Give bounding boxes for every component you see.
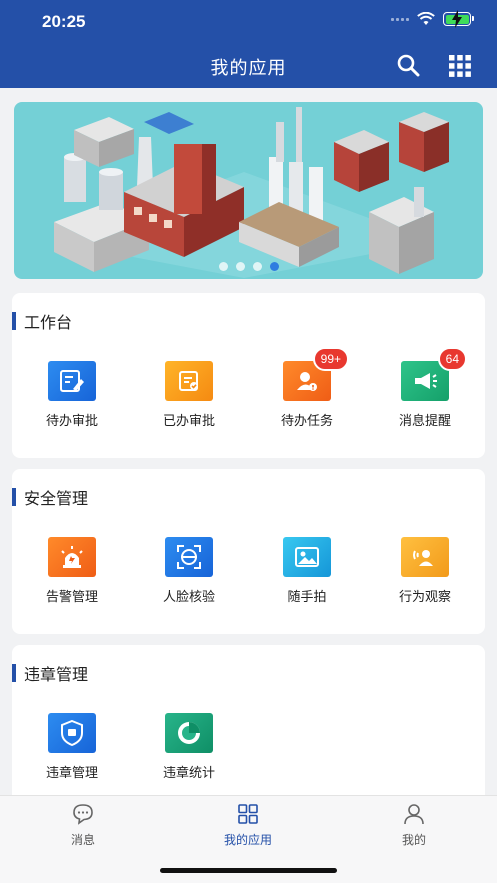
apps-icon (238, 804, 258, 824)
app-label: 已办审批 (162, 414, 215, 429)
section-title: 工作台 (12, 311, 73, 332)
status-icons (391, 10, 474, 28)
app-label: 行为观察 (398, 590, 451, 605)
app-done-approval[interactable]: 已办审批 (144, 361, 234, 429)
badge-count: 99+ (312, 347, 349, 371)
grid-icon[interactable] (449, 55, 471, 77)
signal-icon (391, 17, 409, 21)
app-alarm-management[interactable]: 告警管理 (27, 537, 117, 605)
carousel-indicator (14, 262, 483, 271)
alarm-light-icon (48, 537, 96, 577)
carousel-dot-active[interactable] (269, 262, 279, 271)
app-header: 20:25 我的应用 (0, 0, 497, 88)
app-label: 违章统计 (162, 766, 215, 781)
tab-label: 我的 (401, 833, 426, 847)
photo-icon (283, 537, 331, 577)
section-title: 违章管理 (12, 663, 89, 684)
app-label: 告警管理 (45, 590, 98, 605)
app-behavior-observation[interactable]: 行为观察 (380, 537, 470, 605)
app-label: 人脸核验 (162, 590, 215, 605)
megaphone-icon: 64 (401, 347, 467, 401)
section-title-text: 违章管理 (24, 665, 89, 684)
tab-label: 消息 (70, 833, 95, 847)
status-time: 20:25 (42, 12, 86, 31)
task-user-icon: 99+ (283, 347, 349, 401)
section-title-text: 工作台 (24, 313, 73, 332)
observe-icon (401, 537, 449, 577)
carousel-dot[interactable] (235, 262, 245, 271)
banner-carousel[interactable] (14, 102, 483, 279)
tab-label: 我的应用 (223, 833, 272, 847)
message-icon (73, 804, 93, 825)
carousel-dot[interactable] (218, 262, 228, 271)
page-title: 我的应用 (210, 58, 287, 79)
battery-icon (443, 10, 474, 28)
app-violation-statistics[interactable]: 违章统计 (144, 713, 234, 781)
app-label: 消息提醒 (398, 414, 451, 429)
done-doc-icon (165, 361, 213, 401)
home-indicator (160, 868, 337, 873)
app-pending-tasks[interactable]: 99+ 待办任务 (262, 347, 352, 429)
app-pending-approval[interactable]: 待办审批 (27, 361, 117, 429)
app-label: 待办审批 (45, 414, 98, 429)
user-icon (404, 804, 424, 825)
section-title: 安全管理 (12, 487, 89, 508)
section-title-text: 安全管理 (24, 489, 89, 508)
face-scan-icon (165, 537, 213, 577)
carousel-dot[interactable] (252, 262, 262, 271)
shield-icon (48, 713, 96, 753)
edit-doc-icon (48, 361, 96, 401)
app-snapshot[interactable]: 随手拍 (262, 537, 352, 605)
section-safety: 安全管理 告警管理 人脸核验 随手拍 行为观察 (12, 469, 485, 634)
app-face-verification[interactable]: 人脸核验 (144, 537, 234, 605)
section-workbench: 工作台 待办审批 已办审批 99+ 待办任务 64 消息提醒 (12, 293, 485, 458)
app-message-reminder[interactable]: 64 消息提醒 (380, 347, 470, 429)
pie-chart-icon (165, 713, 213, 753)
app-violation-management[interactable]: 违章管理 (27, 713, 117, 781)
app-label: 随手拍 (287, 590, 327, 605)
app-label: 待办任务 (280, 414, 333, 429)
factory-illustration (54, 107, 449, 278)
tab-messages[interactable]: 消息 (23, 802, 143, 848)
badge-count: 64 (437, 347, 467, 371)
tab-my-apps[interactable]: 我的应用 (188, 802, 308, 848)
title-accent-bar (12, 312, 16, 330)
search-icon[interactable] (396, 53, 420, 77)
tab-me[interactable]: 我的 (354, 802, 474, 848)
wifi-icon (417, 12, 435, 25)
title-accent-bar (12, 488, 16, 506)
title-accent-bar (12, 664, 16, 682)
app-label: 违章管理 (45, 766, 98, 781)
